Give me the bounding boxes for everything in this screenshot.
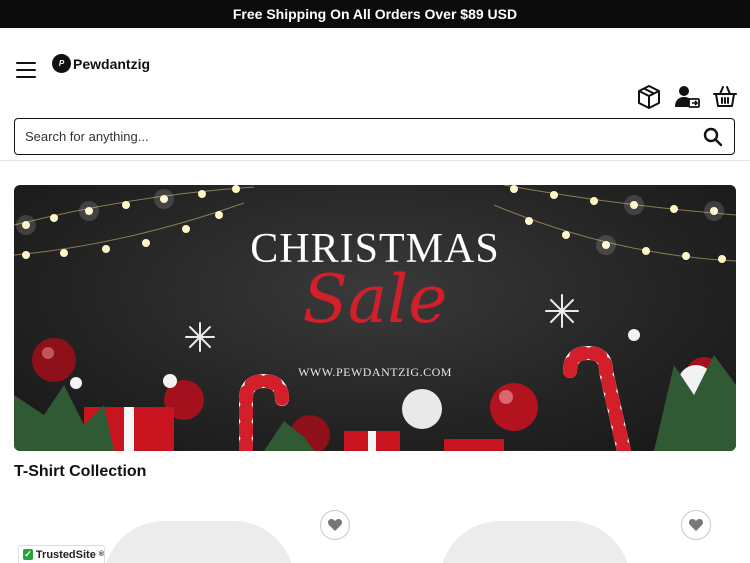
header-actions bbox=[636, 84, 738, 110]
logo-mark: P bbox=[52, 54, 71, 73]
christmas-sale-banner[interactable]: CHRISTMAS Sale WWW.PEWDANTZIG.COM bbox=[14, 185, 736, 451]
product-image bbox=[440, 521, 630, 563]
search-bar bbox=[14, 118, 735, 155]
package-icon[interactable] bbox=[636, 84, 662, 110]
trustedsite-badge[interactable]: ✓ TrustedSite ® bbox=[18, 545, 105, 563]
brand-logo[interactable]: P Pewdantzig bbox=[52, 54, 150, 73]
check-icon: ✓ bbox=[23, 549, 33, 560]
heart-icon[interactable] bbox=[681, 510, 711, 540]
announcement-bar: Free Shipping On All Orders Over $89 USD bbox=[0, 0, 750, 28]
search-input[interactable] bbox=[25, 129, 702, 144]
banner-script-text: Sale bbox=[302, 261, 448, 338]
announcement-text: Free Shipping On All Orders Over $89 USD bbox=[232, 6, 518, 22]
search-icon[interactable] bbox=[702, 126, 724, 148]
header-divider bbox=[0, 160, 750, 161]
section-title: T-Shirt Collection bbox=[14, 463, 147, 480]
product-card[interactable] bbox=[375, 505, 735, 563]
heart-icon[interactable] bbox=[320, 510, 350, 540]
product-image bbox=[104, 521, 294, 563]
brand-name: Pewdantzig bbox=[73, 55, 151, 72]
banner-url: WWW.PEWDANTZIG.COM bbox=[298, 365, 452, 379]
menu-icon[interactable] bbox=[16, 62, 36, 78]
trustedsite-mark: ® bbox=[98, 551, 104, 558]
trustedsite-label: TrustedSite bbox=[35, 548, 96, 561]
account-icon[interactable] bbox=[674, 84, 700, 110]
site-header: P Pewdantzig bbox=[0, 28, 750, 116]
cart-icon[interactable] bbox=[712, 84, 738, 110]
